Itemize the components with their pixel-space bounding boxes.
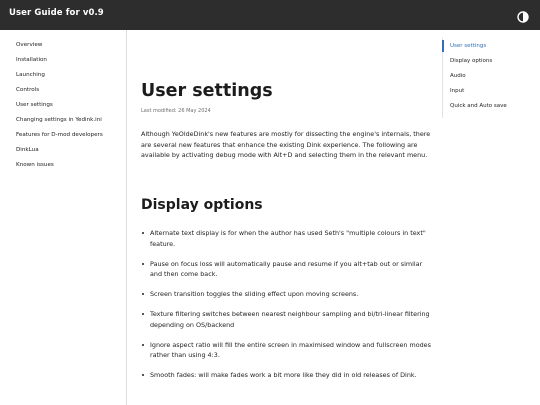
app-title[interactable]: User Guide for v0.9 [9,8,104,18]
sidebar-item-known-issues[interactable]: Known issues [16,162,54,168]
sidebar-item-user-settings[interactable]: User settings [16,102,53,108]
main-content: User settings Last modified: 26 May 2024… [127,30,440,405]
bullet-icon [141,262,144,265]
sidebar-item-dinklua[interactable]: DinkLua [16,147,39,153]
list-item-text: Pause on focus loss will automatically p… [150,259,423,279]
list-item: Ignore aspect ratio will fill the entire… [141,340,431,361]
list-item: Texture filtering switches between neare… [141,309,431,330]
sidebar-item-changing-settings[interactable]: Changing settings in Yedink.ini [16,117,102,123]
section-title-display-options: Display options [141,197,263,213]
list-item: Alternate text display is for when the a… [141,228,431,249]
table-of-contents: User settings Display options Audio Inpu… [441,30,540,405]
top-bar: User Guide for v0.9 [0,0,540,30]
half-moon-icon[interactable] [516,9,530,23]
bullet-icon [141,313,144,316]
display-options-list: Alternate text display is for when the a… [141,228,431,390]
sidebar-item-installation[interactable]: Installation [16,57,47,63]
toc-item-display-options[interactable]: Display options [450,58,492,64]
sidebar-nav: Overview Installation Launching Controls… [0,30,127,405]
list-item-text: Texture filtering switches between neare… [150,310,430,329]
toc-item-user-settings[interactable]: User settings [450,43,486,49]
list-item: Pause on focus loss will automatically p… [141,259,431,280]
sidebar-item-features-dmod[interactable]: Features for D-mod developers [16,132,103,138]
list-item-text: Ignore aspect ratio will fill the entire… [150,340,431,360]
toc-item-quick-auto-save[interactable]: Quick and Auto save [450,103,507,109]
last-modified-date: Last modified: 26 May 2024 [141,107,211,114]
toc-active-indicator [442,40,444,52]
page-title: User settings [141,81,273,101]
list-item-text: Smooth fades: will make fades work a bit… [150,371,417,379]
sidebar-item-launching[interactable]: Launching [16,72,45,78]
bullet-icon [141,343,144,346]
intro-paragraph: Although YeOldeDink's new features are m… [141,130,431,159]
sidebar-item-overview[interactable]: Overview [16,42,42,48]
bullet-icon [141,293,144,296]
bullet-icon [141,232,144,235]
toc-item-audio[interactable]: Audio [450,73,466,79]
list-item-text: Screen transition toggles the sliding ef… [150,290,359,298]
sidebar-item-controls[interactable]: Controls [16,87,39,93]
bullet-icon [141,374,144,377]
toc-item-input[interactable]: Input [450,88,464,94]
list-item: Screen transition toggles the sliding ef… [141,289,431,300]
list-item: Smooth fades: will make fades work a bit… [141,370,431,381]
list-item-text: Alternate text display is for when the a… [150,229,426,248]
